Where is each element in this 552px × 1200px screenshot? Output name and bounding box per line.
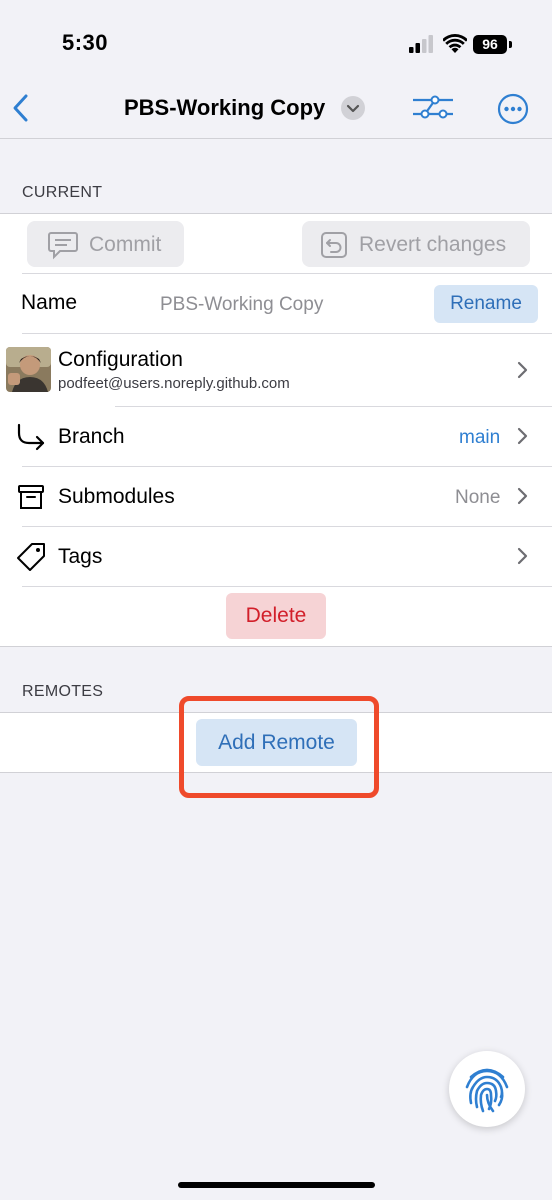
current-section-label: CURRENT xyxy=(22,184,103,201)
archive-box-icon xyxy=(18,485,44,509)
cellular-signal-icon xyxy=(409,35,433,53)
status-time: 5:30 xyxy=(62,30,109,55)
divider xyxy=(22,586,552,587)
fingerprint-button[interactable] xyxy=(449,1051,525,1127)
more-options-icon[interactable] xyxy=(497,93,529,125)
speech-bubble-icon xyxy=(48,232,78,260)
wifi-icon xyxy=(443,34,467,53)
divider xyxy=(22,273,552,274)
home-indicator xyxy=(178,1182,375,1188)
battery-icon: 96 xyxy=(473,35,507,54)
name-label: Name xyxy=(21,291,78,314)
revert-changes-button[interactable]: Revert changes xyxy=(302,221,530,267)
branch-value: main xyxy=(459,427,501,448)
chevron-down-icon xyxy=(346,104,360,113)
fingerprint-icon xyxy=(465,1068,509,1113)
back-chevron-icon[interactable] xyxy=(11,93,31,123)
branch-arrow-icon xyxy=(17,423,45,451)
configuration-label: Configuration xyxy=(58,348,183,371)
title-dropdown-button[interactable] xyxy=(341,96,365,120)
chevron-right-icon xyxy=(517,427,528,445)
branch-graph-icon[interactable] xyxy=(411,94,455,122)
configuration-row[interactable]: Configuration podfeet@users.noreply.gith… xyxy=(0,334,552,406)
avatar xyxy=(6,347,51,392)
revert-changes-label: Revert changes xyxy=(359,233,507,256)
tags-row[interactable]: Tags xyxy=(0,527,552,586)
chevron-right-icon xyxy=(517,361,528,379)
branch-row[interactable]: Branch main xyxy=(0,407,552,466)
tag-icon xyxy=(17,543,45,571)
tags-label: Tags xyxy=(58,545,103,568)
rename-button[interactable]: Rename xyxy=(434,285,538,323)
submodules-row[interactable]: Submodules None xyxy=(0,467,552,526)
battery-tip xyxy=(509,41,512,48)
configuration-email: podfeet@users.noreply.github.com xyxy=(58,375,290,392)
submodules-value: None xyxy=(455,487,501,508)
commit-label: Commit xyxy=(89,233,162,256)
revert-icon xyxy=(321,232,347,258)
delete-button[interactable]: Delete xyxy=(226,593,326,639)
remotes-section-label: REMOTES xyxy=(22,683,104,700)
branch-label: Branch xyxy=(58,425,125,448)
name-value: PBS-Working Copy xyxy=(160,294,324,315)
commit-button[interactable]: Commit xyxy=(27,221,184,267)
submodules-label: Submodules xyxy=(58,485,175,508)
page-title[interactable]: PBS-Working Copy xyxy=(124,95,325,121)
chevron-right-icon xyxy=(517,547,528,565)
chevron-right-icon xyxy=(517,487,528,505)
highlight-annotation xyxy=(179,696,379,798)
